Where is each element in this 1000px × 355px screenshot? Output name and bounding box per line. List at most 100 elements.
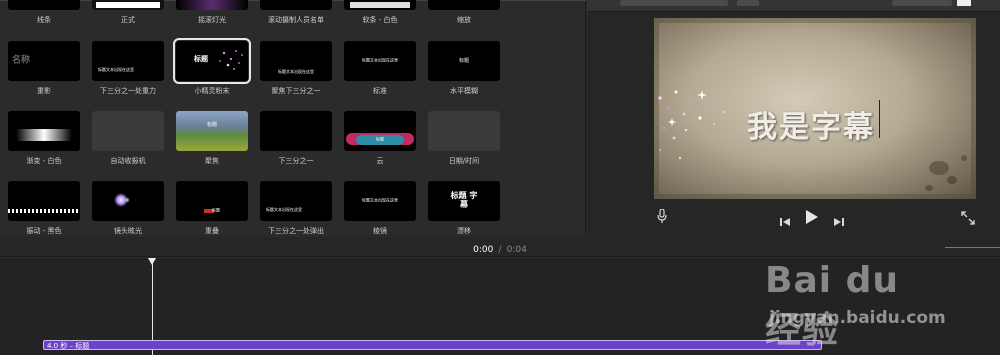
subtitle-caption[interactable]: 我是字幕 <box>747 102 875 146</box>
title-tile-lower-third[interactable]: 下三分之一 <box>254 111 338 166</box>
title-clip[interactable]: 4.0 秒 – 标题 <box>43 340 822 350</box>
baidu-watermark: Bai du 经验 jingyan.baidu.com <box>765 248 946 351</box>
title-thumbnail <box>92 111 164 151</box>
play-icon[interactable] <box>805 209 819 229</box>
title-tile-ticker[interactable]: 自动收报机 <box>86 111 170 166</box>
title-thumbnail <box>176 0 248 10</box>
title-tile-label: 渐变 - 白色 <box>26 157 62 165</box>
title-tile-label: 小精灵粉末 <box>194 87 230 95</box>
title-tile-prism[interactable]: 标题文本出现在这里 棱镜 <box>338 181 422 236</box>
title-tile-label: 线条 <box>37 16 51 24</box>
title-thumbnail: 标题文本出现在这里 <box>260 181 332 221</box>
title-thumbnail <box>428 0 500 10</box>
title-tile-ghost[interactable]: 名称 重影 <box>2 41 86 96</box>
skip-back-icon[interactable] <box>780 212 790 231</box>
title-tile-label: 滚动摄制人员名单 <box>268 16 324 24</box>
title-tile-cloud[interactable]: 标题 云 <box>338 111 422 166</box>
title-tile-label: 软条 - 白色 <box>362 16 398 24</box>
thumbnail-text: 标题 <box>212 207 220 213</box>
title-tile-drift[interactable]: 标题 字幕 漂移 <box>422 181 506 236</box>
sparkle-particles <box>658 90 726 159</box>
title-tile-lower-third-popup[interactable]: 标题文本出现在这里 下三分之一处弹出 <box>254 181 338 236</box>
total-time: 0:04 <box>506 245 527 255</box>
title-tile-lower-third-gravity[interactable]: 标题文本出现在这里 下三分之一处重力 <box>86 41 170 96</box>
title-thumbnail: 名称 <box>8 41 80 81</box>
title-thumbnail: 标题 <box>428 41 500 81</box>
title-thumbnail <box>8 181 80 221</box>
clip-label: 4.0 秒 – 标题 <box>47 342 90 350</box>
title-tile-horizontal-blur[interactable]: 标题 水平模糊 <box>422 41 506 96</box>
title-tile-standard[interactable]: 标题文本出现在这里 标准 <box>338 41 422 96</box>
title-tile-zoom[interactable]: 缩放 <box>422 0 506 25</box>
title-tile-label: 重叠 <box>205 227 219 235</box>
title-tile-lines[interactable]: 线条 <box>2 0 86 25</box>
viewer-panel: 我是字幕 <box>587 0 1000 236</box>
title-tile-focus-lower-third[interactable]: 标题文本出现在这里 聚焦下三分之一 <box>254 41 338 96</box>
title-thumbnail <box>92 181 164 221</box>
thumbnail-text: 标题 <box>376 136 384 142</box>
title-tile-label: 振动 - 黑色 <box>26 227 62 235</box>
thumbnail-text: 标题 <box>458 58 469 64</box>
title-thumbnail <box>260 0 332 10</box>
thumbnail-text: 标题 字幕 <box>450 191 478 209</box>
title-tile-label: 下三分之一处重力 <box>100 87 156 95</box>
microphone-icon[interactable] <box>657 208 667 227</box>
title-tile-formal[interactable]: 正式 <box>86 0 170 25</box>
thumbnail-text: 标题文本出现在这里 <box>362 197 398 203</box>
title-tile-label: 自动收报机 <box>110 157 146 165</box>
thumbnail-text: 标题文本出现在这里 <box>278 69 314 75</box>
current-time: 0:00 <box>473 245 494 255</box>
title-tile-label: 云 <box>376 157 384 165</box>
watermark-url: jingyan.baidu.com <box>769 308 946 328</box>
zoom-slider[interactable] <box>945 247 1000 248</box>
title-tile-focus[interactable]: 标题 聚焦 <box>170 111 254 166</box>
title-tile-label: 水平模糊 <box>450 87 478 95</box>
time-separator: / <box>498 245 502 255</box>
playhead-marker-icon[interactable] <box>148 258 156 265</box>
title-tile-scrolling-credits[interactable]: 滚动摄制人员名单 <box>254 0 338 25</box>
title-tile-label: 镜头眩光 <box>114 227 142 235</box>
text-style-buttons[interactable] <box>892 0 952 6</box>
title-thumbnail <box>8 111 80 151</box>
font-dropdown[interactable] <box>620 0 728 6</box>
title-tile-date-time[interactable]: 日期/时间 <box>422 111 506 166</box>
title-thumbnail: 标题文本出现在这里 <box>344 41 416 81</box>
title-thumbnail: 标题文本出现在这里 <box>92 41 164 81</box>
title-tile-rock-lights[interactable]: 摇滚灯光 <box>170 0 254 25</box>
thumbnail-text: 标题 <box>194 54 208 63</box>
title-tile-label: 正式 <box>121 16 135 24</box>
font-size-field[interactable] <box>737 0 759 6</box>
title-thumbnail <box>8 0 80 10</box>
title-tile-lens-flare[interactable]: 镜头眩光 <box>86 181 170 236</box>
title-thumbnail <box>260 111 332 151</box>
fullscreen-icon[interactable] <box>961 210 975 229</box>
title-tile-overlap[interactable]: 标题 重叠 <box>170 181 254 236</box>
titles-browser: 线条 正式 摇滚灯光 滚动摄制人员名单 软条 - 白色 缩放 名称 重影 标题文… <box>0 0 586 236</box>
title-tile-gradient-white[interactable]: 渐变 - 白色 <box>2 111 86 166</box>
title-tile-pixie-dust[interactable]: 标题 小精灵粉末 <box>170 38 254 96</box>
title-thumbnail: 标题 字幕 <box>428 181 500 221</box>
thumbnail-text: 名称 <box>12 55 31 66</box>
thumbnail-text: 标题文本出现在这里 <box>362 57 398 63</box>
color-swatch[interactable] <box>957 0 971 6</box>
thumbnail-text: 标题文本出现在这里 <box>98 67 134 73</box>
skip-forward-icon[interactable] <box>834 212 844 231</box>
title-thumbnail: 标题 <box>176 111 248 151</box>
title-tile-label: 标准 <box>373 87 387 95</box>
title-thumbnail: 标题 <box>176 181 248 221</box>
sparkle-dust-graphic <box>219 50 243 70</box>
video-preview[interactable]: 我是字幕 <box>654 18 976 199</box>
title-tile-label: 聚焦 <box>205 157 219 165</box>
title-thumbnail <box>344 0 416 10</box>
title-tile-label: 缩放 <box>457 16 471 24</box>
title-tile-label: 聚焦下三分之一 <box>271 87 321 95</box>
title-thumbnail: 标题 <box>173 38 251 84</box>
title-thumbnail <box>92 0 164 10</box>
viewer-toolbar <box>587 0 1000 12</box>
title-tile-vibrate-black[interactable]: 振动 - 黑色 <box>2 181 86 236</box>
title-tile-label: 下三分之一处弹出 <box>268 227 324 235</box>
title-thumbnail <box>428 111 500 151</box>
title-tile-soft-bar-white[interactable]: 软条 - 白色 <box>338 0 422 25</box>
text-cursor <box>879 100 880 138</box>
title-tile-label: 漂移 <box>457 227 471 235</box>
